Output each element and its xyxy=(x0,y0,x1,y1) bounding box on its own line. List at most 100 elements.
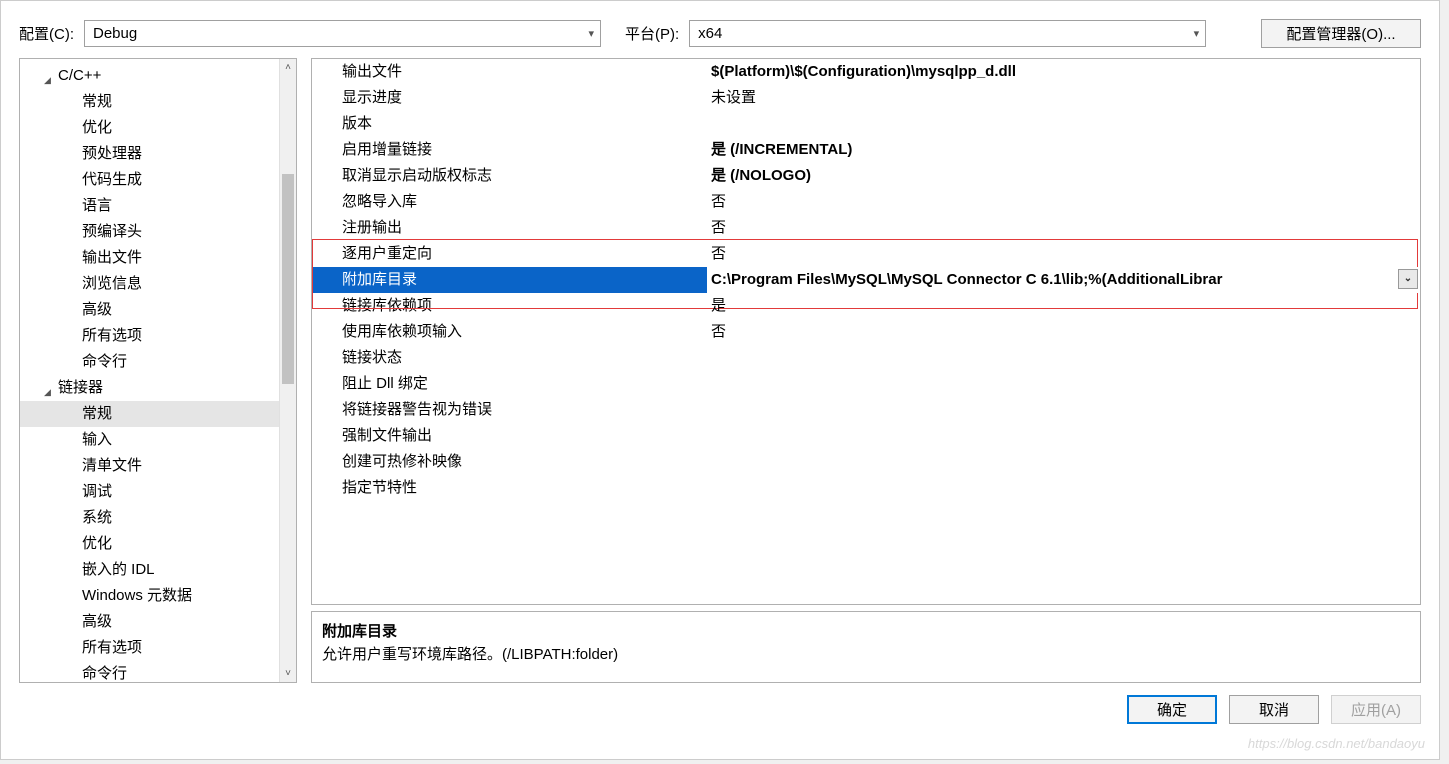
property-row[interactable]: 逐用户重定向否 xyxy=(312,241,1420,267)
property-value[interactable]: 未设置 xyxy=(707,85,1420,111)
property-row[interactable]: 将链接器警告视为错误 xyxy=(312,397,1420,423)
property-label: 逐用户重定向 xyxy=(312,241,707,267)
tree-item[interactable]: 优化 xyxy=(20,115,279,141)
topbar: 配置(C): Debug ▾ 平台(P): x64 ▾ 配置管理器(O)... xyxy=(1,1,1439,58)
tree-item[interactable]: 浏览信息 xyxy=(20,271,279,297)
tree-item[interactable]: 所有选项 xyxy=(20,323,279,349)
content-area: C/C++常规优化预处理器代码生成语言预编译头输出文件浏览信息高级所有选项命令行… xyxy=(1,58,1439,683)
tree-item[interactable]: 命令行 xyxy=(20,349,279,375)
property-row[interactable]: 取消显示启动版权标志是 (/NOLOGO) xyxy=(312,163,1420,189)
chevron-down-icon: ▾ xyxy=(1194,27,1200,40)
tree-item[interactable]: Windows 元数据 xyxy=(20,583,279,609)
property-value[interactable] xyxy=(707,423,1420,449)
scroll-thumb[interactable] xyxy=(282,174,294,384)
dropdown-icon[interactable]: ⌄ xyxy=(1398,269,1418,289)
property-label: 使用库依赖项输入 xyxy=(312,319,707,345)
cancel-button[interactable]: 取消 xyxy=(1229,695,1319,724)
tree-item[interactable]: 预处理器 xyxy=(20,141,279,167)
tree-item[interactable]: 代码生成 xyxy=(20,167,279,193)
tree-item[interactable]: 语言 xyxy=(20,193,279,219)
config-combo[interactable]: Debug ▾ xyxy=(84,20,601,47)
property-label: 显示进度 xyxy=(312,85,707,111)
config-manager-button[interactable]: 配置管理器(O)... xyxy=(1261,19,1421,48)
scroll-up-icon[interactable]: ˄ xyxy=(280,59,296,76)
property-value[interactable]: 否 xyxy=(707,215,1420,241)
platform-combo-value: x64 xyxy=(698,25,722,42)
category-tree: C/C++常规优化预处理器代码生成语言预编译头输出文件浏览信息高级所有选项命令行… xyxy=(19,58,297,683)
tree-item[interactable]: 常规 xyxy=(20,89,279,115)
tree-group[interactable]: C/C++ xyxy=(20,63,279,89)
ok-button[interactable]: 确定 xyxy=(1127,695,1217,724)
config-combo-value: Debug xyxy=(93,25,137,42)
property-label: 链接状态 xyxy=(312,345,707,371)
tree-item[interactable]: 输出文件 xyxy=(20,245,279,271)
tree-item[interactable]: 清单文件 xyxy=(20,453,279,479)
right-pane: 输出文件$(Platform)\$(Configuration)\mysqlpp… xyxy=(311,58,1421,683)
property-value[interactable] xyxy=(707,111,1420,137)
property-row[interactable]: 创建可热修补映像 xyxy=(312,449,1420,475)
dialog-footer: 确定 取消 应用(A) xyxy=(1,683,1439,724)
property-label: 强制文件输出 xyxy=(312,423,707,449)
tree-item[interactable]: 调试 xyxy=(20,479,279,505)
property-row[interactable]: 链接库依赖项是 xyxy=(312,293,1420,319)
property-value[interactable]: 否 xyxy=(707,241,1420,267)
property-value[interactable]: $(Platform)\$(Configuration)\mysqlpp_d.d… xyxy=(707,59,1420,85)
property-value[interactable]: 否 xyxy=(707,189,1420,215)
property-label: 阻止 Dll 绑定 xyxy=(312,371,707,397)
property-label: 取消显示启动版权标志 xyxy=(312,163,707,189)
property-row[interactable]: 使用库依赖项输入否 xyxy=(312,319,1420,345)
tree-item[interactable]: 优化 xyxy=(20,531,279,557)
property-row[interactable]: 版本 xyxy=(312,111,1420,137)
property-pages-dialog: 配置(C): Debug ▾ 平台(P): x64 ▾ 配置管理器(O)... … xyxy=(0,0,1440,760)
property-row[interactable]: 强制文件输出 xyxy=(312,423,1420,449)
property-label: 附加库目录 xyxy=(312,267,707,293)
config-label: 配置(C): xyxy=(19,23,74,44)
property-label: 创建可热修补映像 xyxy=(312,449,707,475)
tree-item[interactable]: 输入 xyxy=(20,427,279,453)
property-label: 指定节特性 xyxy=(312,475,707,501)
tree-item[interactable]: 常规 xyxy=(20,401,279,427)
property-row[interactable]: 输出文件$(Platform)\$(Configuration)\mysqlpp… xyxy=(312,59,1420,85)
property-row[interactable]: 显示进度未设置 xyxy=(312,85,1420,111)
description-title: 附加库目录 xyxy=(322,620,1410,641)
tree-item[interactable]: 高级 xyxy=(20,609,279,635)
property-row[interactable]: 附加库目录C:\Program Files\MySQL\MySQL Connec… xyxy=(312,267,1420,293)
property-label: 输出文件 xyxy=(312,59,707,85)
property-label: 链接库依赖项 xyxy=(312,293,707,319)
property-value[interactable]: 是 (/NOLOGO) xyxy=(707,163,1420,189)
property-row[interactable]: 阻止 Dll 绑定 xyxy=(312,371,1420,397)
description-panel: 附加库目录 允许用户重写环境库路径。(/LIBPATH:folder) xyxy=(311,611,1421,683)
property-value[interactable] xyxy=(707,449,1420,475)
tree-item[interactable]: 嵌入的 IDL xyxy=(20,557,279,583)
property-value[interactable]: C:\Program Files\MySQL\MySQL Connector C… xyxy=(707,267,1420,293)
property-value[interactable]: 否 xyxy=(707,319,1420,345)
apply-button[interactable]: 应用(A) xyxy=(1331,695,1421,724)
property-value[interactable] xyxy=(707,371,1420,397)
property-label: 版本 xyxy=(312,111,707,137)
watermark: https://blog.csdn.net/bandaoyu xyxy=(1248,736,1425,751)
tree-item[interactable]: 所有选项 xyxy=(20,635,279,661)
property-value[interactable] xyxy=(707,397,1420,423)
chevron-down-icon: ▾ xyxy=(588,27,594,40)
property-label: 注册输出 xyxy=(312,215,707,241)
property-row[interactable]: 启用增量链接是 (/INCREMENTAL) xyxy=(312,137,1420,163)
tree-item[interactable]: 预编译头 xyxy=(20,219,279,245)
platform-combo[interactable]: x64 ▾ xyxy=(689,20,1206,47)
property-row[interactable]: 注册输出否 xyxy=(312,215,1420,241)
property-grid: 输出文件$(Platform)\$(Configuration)\mysqlpp… xyxy=(311,58,1421,605)
scroll-down-icon[interactable]: ˅ xyxy=(280,665,296,682)
property-row[interactable]: 指定节特性 xyxy=(312,475,1420,501)
property-value[interactable] xyxy=(707,475,1420,501)
property-row[interactable]: 链接状态 xyxy=(312,345,1420,371)
property-value[interactable] xyxy=(707,345,1420,371)
tree-scrollbar[interactable]: ˄ ˅ xyxy=(279,59,296,682)
tree-group[interactable]: 链接器 xyxy=(20,375,279,401)
property-label: 启用增量链接 xyxy=(312,137,707,163)
property-label: 忽略导入库 xyxy=(312,189,707,215)
property-value[interactable]: 是 (/INCREMENTAL) xyxy=(707,137,1420,163)
tree-item[interactable]: 命令行 xyxy=(20,661,279,682)
tree-item[interactable]: 高级 xyxy=(20,297,279,323)
property-row[interactable]: 忽略导入库否 xyxy=(312,189,1420,215)
tree-item[interactable]: 系统 xyxy=(20,505,279,531)
property-value[interactable]: 是 xyxy=(707,293,1420,319)
